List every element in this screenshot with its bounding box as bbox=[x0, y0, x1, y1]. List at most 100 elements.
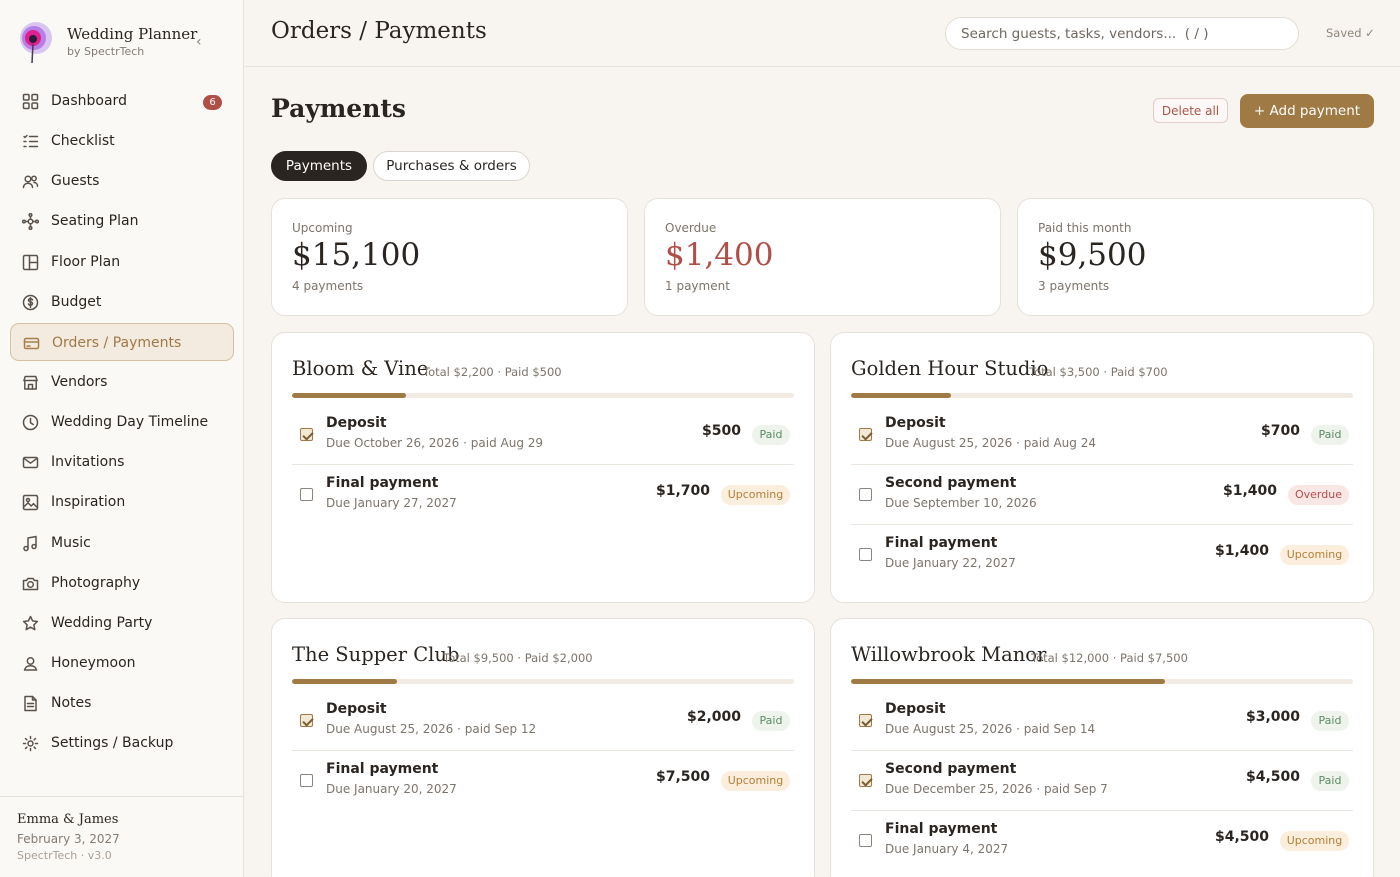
search-input[interactable] bbox=[945, 17, 1299, 50]
sidebar-item-settings-backup[interactable]: Settings / Backup bbox=[10, 724, 234, 762]
grid-icon bbox=[22, 93, 39, 110]
paid-checkbox[interactable] bbox=[859, 428, 872, 441]
top-bar: Orders / Payments Saved ✓ bbox=[245, 0, 1400, 67]
payment-row: Final payment Due January 27, 2027 $1,70… bbox=[292, 465, 794, 525]
app-byline: by SpectrTech bbox=[67, 45, 145, 58]
add-payment-button[interactable]: + Add payment bbox=[1240, 94, 1374, 128]
paid-checkbox[interactable] bbox=[859, 488, 872, 501]
sidebar-item-wedding-party[interactable]: Wedding Party bbox=[10, 604, 234, 642]
dollar-icon bbox=[22, 294, 39, 311]
payment-row: Final payment Due January 4, 2027 $4,500… bbox=[851, 811, 1353, 871]
paid-checkbox[interactable] bbox=[300, 714, 313, 727]
sidebar-item-label: Settings / Backup bbox=[51, 735, 174, 752]
sidebar-item-floor-plan[interactable]: Floor Plan bbox=[10, 243, 234, 281]
sidebar-item-label: Budget bbox=[51, 293, 102, 310]
payment-progress-fill bbox=[851, 393, 952, 398]
paid-checkbox[interactable] bbox=[300, 428, 313, 441]
vendor-totals: Total $3,500 · Paid $700 bbox=[1029, 365, 1168, 379]
status-badge: Paid bbox=[1311, 711, 1349, 731]
status-badge: Upcoming bbox=[1280, 545, 1349, 565]
payment-due: Due January 4, 2027 bbox=[885, 842, 1009, 856]
sidebar-item-label: Music bbox=[51, 534, 91, 551]
payment-amount: $4,500 bbox=[1245, 769, 1300, 785]
checklist-icon bbox=[22, 133, 39, 150]
sidebar-item-wedding-day-timeline[interactable]: Wedding Day Timeline bbox=[10, 403, 234, 441]
payment-due: Due January 20, 2027 bbox=[326, 782, 457, 796]
sidebar-item-label: Honeymoon bbox=[51, 654, 136, 671]
sidebar-item-label: Dashboard bbox=[51, 93, 127, 109]
clock-icon bbox=[22, 414, 39, 431]
music-icon bbox=[22, 535, 39, 552]
payment-progress-fill bbox=[292, 393, 406, 398]
sidebar-item-notes[interactable]: Notes bbox=[10, 684, 234, 722]
save-status: Saved ✓ bbox=[1326, 26, 1375, 40]
sidebar-item-music[interactable]: Music bbox=[10, 524, 234, 562]
payment-row: Deposit Due August 25, 2026 · paid Aug 2… bbox=[851, 405, 1353, 465]
paid-checkbox[interactable] bbox=[300, 774, 313, 787]
payment-progress-fill bbox=[292, 679, 398, 684]
paid-checkbox[interactable] bbox=[859, 774, 872, 787]
sidebar-item-seating-plan[interactable]: Seating Plan bbox=[10, 202, 234, 240]
floorplan-icon bbox=[22, 254, 39, 271]
sidebar-item-orders-payments[interactable]: Orders / Payments bbox=[10, 322, 234, 361]
payment-amount: $1,400 bbox=[1222, 483, 1277, 499]
sidebar-item-checklist[interactable]: Checklist bbox=[10, 122, 234, 160]
tab-payments[interactable]: Payments bbox=[271, 151, 367, 181]
sidebar-item-vendors[interactable]: Vendors bbox=[10, 363, 234, 401]
sidebar-item-inspiration[interactable]: Inspiration bbox=[10, 483, 234, 521]
payment-amount: $1,700 bbox=[655, 483, 710, 499]
stat-count: 3 payments bbox=[1038, 279, 1110, 293]
app-version: SpectrTech · v3.0 bbox=[17, 849, 112, 862]
tab-purchases-orders[interactable]: Purchases & orders bbox=[373, 151, 530, 181]
payment-progress-bar bbox=[292, 393, 794, 398]
payment-due: Due August 25, 2026 · paid Sep 12 bbox=[326, 722, 537, 736]
payment-name: Final payment bbox=[885, 821, 998, 837]
delete-all-button[interactable]: Delete all bbox=[1153, 98, 1228, 123]
paid-checkbox[interactable] bbox=[300, 488, 313, 501]
payment-name: Final payment bbox=[326, 761, 439, 777]
paid-checkbox[interactable] bbox=[859, 834, 872, 847]
stat-label: Overdue bbox=[665, 221, 717, 235]
payment-name: Deposit bbox=[885, 415, 946, 431]
payment-due: Due September 10, 2026 bbox=[885, 496, 1037, 510]
sidebar-item-honeymoon[interactable]: Honeymoon bbox=[10, 644, 234, 682]
sidebar-item-label: Vendors bbox=[51, 373, 108, 390]
stat-value: $15,100 bbox=[292, 237, 421, 273]
logo-icon bbox=[20, 22, 52, 64]
payment-row: Final payment Due January 20, 2027 $7,50… bbox=[292, 751, 794, 811]
stat-card-overdue: Overdue $1,400 1 payment bbox=[644, 198, 1001, 316]
sidebar-item-invitations[interactable]: Invitations bbox=[10, 443, 234, 481]
status-badge: Paid bbox=[752, 425, 790, 445]
vendor-card: Golden Hour Studio Total $3,500 · Paid $… bbox=[830, 332, 1374, 603]
vendor-card: Bloom & Vine Total $2,200 · Paid $500 De… bbox=[271, 332, 815, 603]
vendor-name: The Supper Club bbox=[292, 643, 460, 666]
store-icon bbox=[22, 374, 39, 391]
stat-count: 4 payments bbox=[292, 279, 364, 293]
payment-row: Final payment Due January 22, 2027 $1,40… bbox=[851, 525, 1353, 585]
sidebar-item-label: Inspiration bbox=[51, 494, 126, 511]
sidebar-item-photography[interactable]: Photography bbox=[10, 564, 234, 602]
payment-due: Due January 22, 2027 bbox=[885, 556, 1016, 570]
sidebar-item-budget[interactable]: Budget bbox=[10, 283, 234, 321]
stat-value: $9,500 bbox=[1038, 237, 1147, 273]
sidebar-footer: Emma & James February 3, 2027 SpectrTech… bbox=[0, 796, 244, 877]
sidebar-item-guests[interactable]: Guests bbox=[10, 162, 234, 200]
vendor-totals: Total $9,500 · Paid $2,000 bbox=[443, 651, 593, 665]
sidebar: Wedding Planner by SpectrTech ‹ Dashboar… bbox=[0, 0, 244, 877]
payment-row: Deposit Due August 25, 2026 · paid Sep 1… bbox=[851, 691, 1353, 751]
page-title: Payments bbox=[271, 94, 407, 123]
notification-badge: 6 bbox=[203, 95, 222, 110]
payment-amount: $4,500 bbox=[1214, 829, 1269, 845]
paid-checkbox[interactable] bbox=[859, 714, 872, 727]
payment-row: Deposit Due October 26, 2026 · paid Aug … bbox=[292, 405, 794, 465]
sidebar-item-dashboard[interactable]: Dashboard 6 bbox=[10, 82, 234, 120]
stat-card-upcoming: Upcoming $15,100 4 payments bbox=[271, 198, 628, 316]
payment-amount: $1,400 bbox=[1214, 543, 1269, 559]
note-icon bbox=[22, 695, 39, 712]
payment-name: Deposit bbox=[885, 701, 946, 717]
payment-row: Second payment Due September 10, 2026 $1… bbox=[851, 465, 1353, 525]
paid-checkbox[interactable] bbox=[859, 548, 872, 561]
collapse-sidebar-icon[interactable]: ‹ bbox=[196, 34, 202, 50]
card-icon bbox=[23, 335, 40, 352]
payment-due: Due January 27, 2027 bbox=[326, 496, 457, 510]
